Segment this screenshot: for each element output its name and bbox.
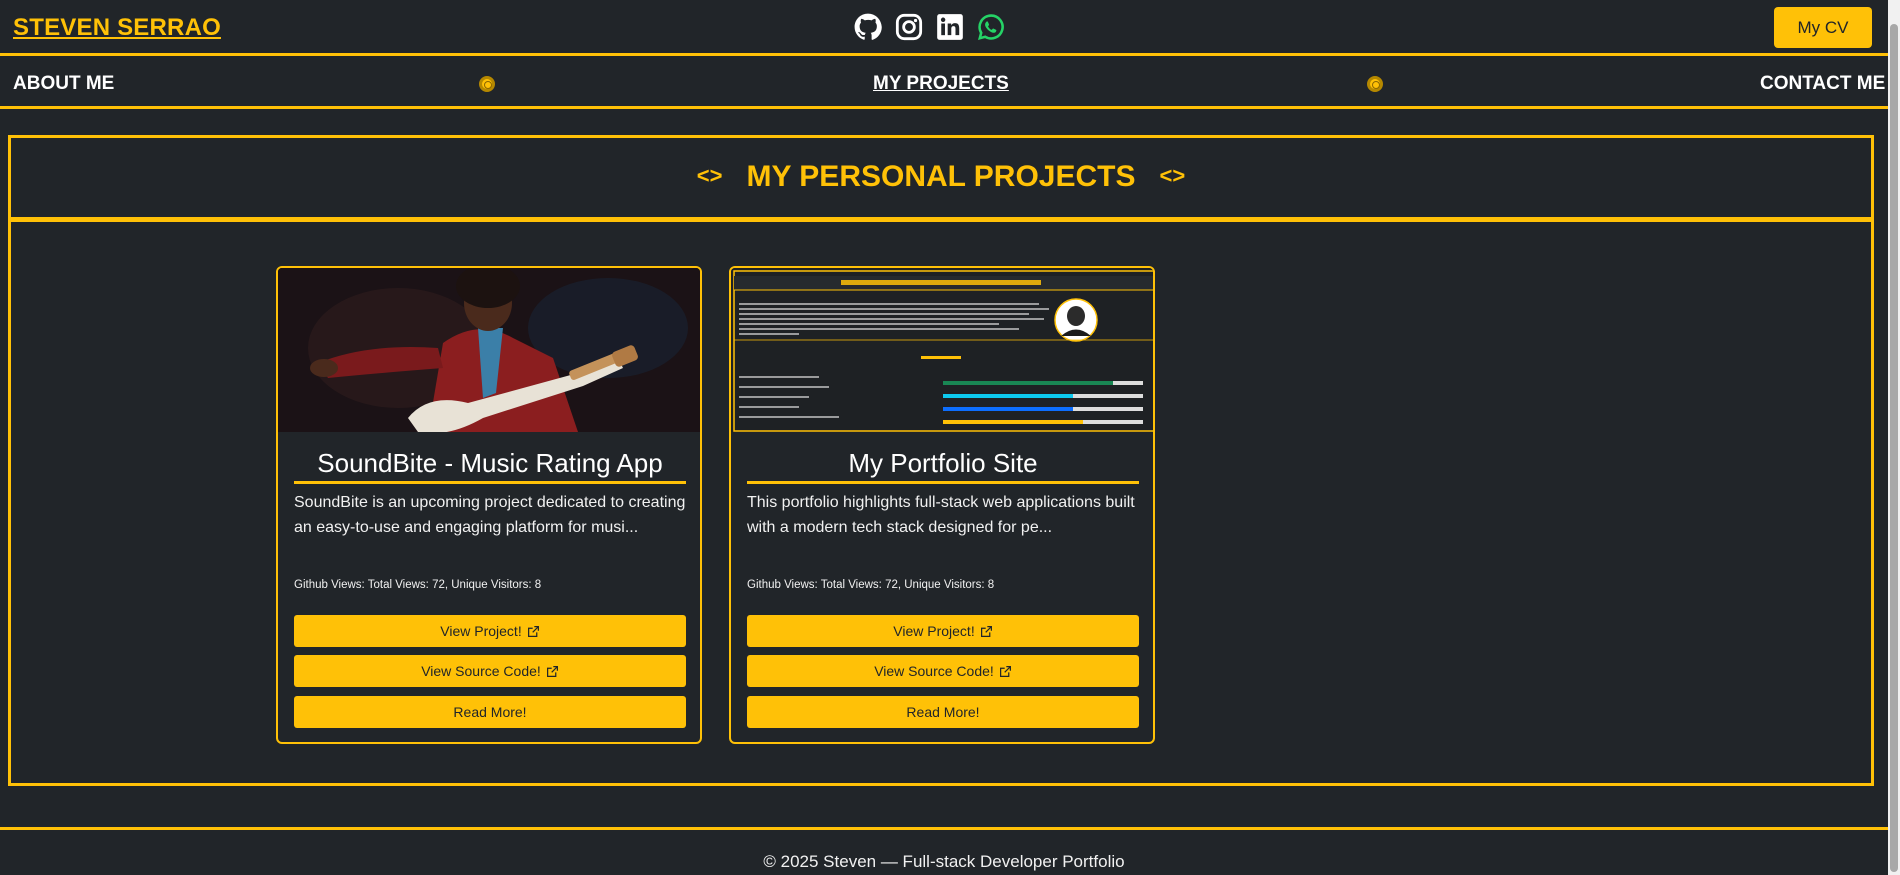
view-source-button[interactable]: View Source Code! xyxy=(294,655,686,687)
cv-button[interactable]: My CV xyxy=(1774,7,1872,48)
project-views: Github Views: Total Views: 72, Unique Vi… xyxy=(747,579,995,591)
section-title-row: <> MY PERSONAL PROJECTS <> xyxy=(11,160,1871,194)
nav-about-me[interactable]: ABOUT ME xyxy=(13,73,114,95)
project-views: Github Views: Total Views: 72, Unique Vi… xyxy=(294,579,542,591)
external-link-icon xyxy=(999,665,1011,677)
view-source-label: View Source Code! xyxy=(421,663,541,679)
view-project-label: View Project! xyxy=(893,623,975,639)
project-title: My Portfolio Site xyxy=(747,448,1139,484)
project-card: My Portfolio Site This portfolio highlig… xyxy=(729,266,1155,744)
nav-separator-icon xyxy=(1367,76,1383,92)
project-description: SoundBite is an upcoming project dedicat… xyxy=(294,494,686,536)
project-title: SoundBite - Music Rating App xyxy=(294,448,686,484)
project-description: This portfolio highlights full-stack web… xyxy=(747,494,1135,536)
github-icon[interactable] xyxy=(854,13,882,41)
top-header: STEVEN SERRAO My CV xyxy=(0,0,1888,56)
read-more-button[interactable]: Read More! xyxy=(294,696,686,728)
nav-my-projects[interactable]: MY PROJECTS xyxy=(873,73,1009,95)
external-link-icon xyxy=(527,625,539,637)
code-icon: <> xyxy=(1159,163,1186,188)
view-source-label: View Source Code! xyxy=(874,663,994,679)
read-more-button[interactable]: Read More! xyxy=(747,696,1139,728)
footer-text: © 2025 Steven — Full-stack Developer Por… xyxy=(763,852,1125,871)
whatsapp-icon[interactable] xyxy=(977,13,1005,41)
section-title: MY PERSONAL PROJECTS xyxy=(746,160,1136,193)
linkedin-icon[interactable] xyxy=(936,13,964,41)
view-project-button[interactable]: View Project! xyxy=(747,615,1139,647)
code-icon: <> xyxy=(696,163,723,188)
project-card: SoundBite - Music Rating App SoundBite i… xyxy=(276,266,702,744)
view-project-label: View Project! xyxy=(440,623,522,639)
view-project-button[interactable]: View Project! xyxy=(294,615,686,647)
brand-link[interactable]: STEVEN SERRAO xyxy=(13,14,221,42)
project-image xyxy=(278,268,700,432)
external-link-icon xyxy=(980,625,992,637)
projects-section: <> MY PERSONAL PROJECTS <> SoundBite - M… xyxy=(8,135,1874,786)
nav-separator-icon xyxy=(479,76,495,92)
page-scrollbar[interactable] xyxy=(1888,0,1900,875)
section-header: <> MY PERSONAL PROJECTS <> xyxy=(11,138,1871,222)
project-image xyxy=(731,268,1153,432)
footer: © 2025 Steven — Full-stack Developer Por… xyxy=(0,827,1888,875)
view-source-button[interactable]: View Source Code! xyxy=(747,655,1139,687)
scrollbar-thumb[interactable] xyxy=(1890,24,1898,872)
social-links xyxy=(854,13,1005,41)
external-link-icon xyxy=(546,665,558,677)
nav-contact-me[interactable]: CONTACT ME xyxy=(1760,73,1885,95)
main-nav: ABOUT ME MY PROJECTS CONTACT ME xyxy=(0,59,1888,109)
instagram-icon[interactable] xyxy=(895,13,923,41)
